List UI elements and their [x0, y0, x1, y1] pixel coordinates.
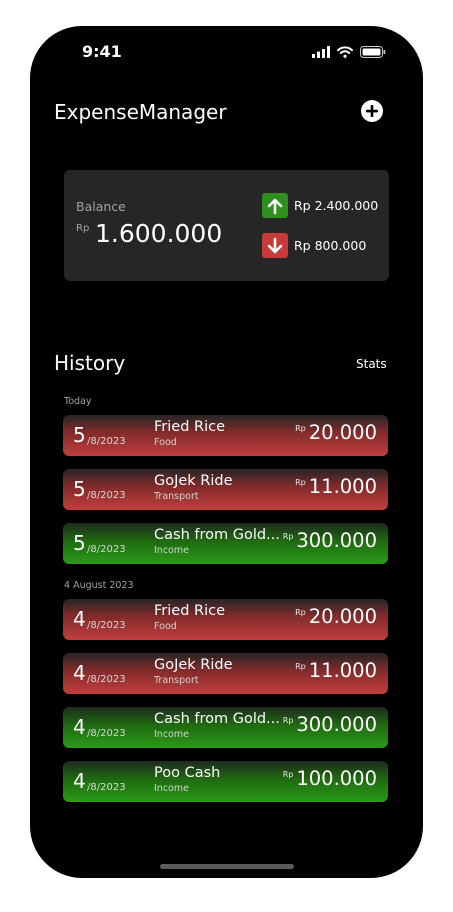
transaction-row[interactable]: 4 /8/2023 Poo Cash Income Rp 100.000 [63, 761, 388, 802]
transaction-category: Income [154, 545, 189, 556]
transaction-name: Cash from Gold... [154, 711, 280, 727]
transaction-amount-group: Rp 300.000 [283, 713, 377, 736]
home-indicator[interactable] [160, 864, 294, 869]
transaction-amount-group: Rp 11.000 [295, 475, 377, 498]
transaction-day: 5 [73, 423, 86, 447]
transaction-name: Fried Rice [154, 603, 226, 619]
transaction-name: Fried Rice [154, 419, 226, 435]
date-group-label: Today [64, 396, 92, 407]
transaction-name: Poo Cash [154, 765, 221, 781]
transaction-day: 4 [73, 715, 86, 739]
transaction-month: /8/2023 [87, 728, 126, 739]
status-icons [312, 46, 386, 58]
wifi-icon [337, 46, 353, 58]
transaction-amount-group: Rp 300.000 [283, 529, 377, 552]
transaction-day: 5 [73, 531, 86, 555]
battery-icon [360, 46, 386, 58]
transaction-category: Transport [154, 675, 199, 686]
transaction-name: Cash from Gold... [154, 527, 280, 543]
balance-currency: Rp [76, 223, 90, 234]
transaction-month: /8/2023 [87, 782, 126, 793]
income-summary: Rp 2.400.000 [262, 193, 378, 218]
app-title: ExpenseManager [54, 100, 227, 124]
transaction-month: /8/2023 [87, 490, 126, 501]
transaction-category: Income [154, 783, 189, 794]
plus-circle-icon [361, 100, 383, 122]
transaction-category: Transport [154, 491, 199, 502]
transaction-amount: 20.000 [308, 421, 377, 444]
income-total: Rp 2.400.000 [294, 198, 379, 213]
arrow-up-icon [262, 193, 288, 218]
transaction-category: Income [154, 729, 189, 740]
transaction-currency: Rp [295, 478, 306, 487]
app-header: ExpenseManager [54, 100, 384, 130]
transaction-amount: 20.000 [308, 605, 377, 628]
transaction-name: GoJek Ride [154, 657, 233, 673]
transaction-row[interactable]: 4 /8/2023 GoJek Ride Transport Rp 11.000 [63, 653, 388, 694]
transaction-row[interactable]: 4 /8/2023 Fried Rice Food Rp 20.000 [63, 599, 388, 640]
transaction-amount: 300.000 [296, 529, 377, 552]
phone-screen: 9:41 ExpenseManager Balance Rp 1.600.000… [30, 26, 423, 878]
signal-icon [312, 46, 330, 58]
transaction-day: 4 [73, 661, 86, 685]
arrow-down-icon [262, 233, 288, 258]
transaction-month: /8/2023 [87, 620, 126, 631]
transaction-amount-group: Rp 100.000 [283, 767, 377, 790]
transaction-amount-group: Rp 20.000 [295, 605, 377, 628]
transaction-month: /8/2023 [87, 544, 126, 555]
date-group-label: 4 August 2023 [64, 580, 134, 591]
transaction-currency: Rp [295, 424, 306, 433]
transaction-amount: 11.000 [308, 475, 377, 498]
transaction-day: 4 [73, 769, 86, 793]
balance-card: Balance Rp 1.600.000 Rp 2.400.000 Rp 800… [64, 170, 389, 281]
transaction-currency: Rp [295, 608, 306, 617]
balance-label: Balance [76, 199, 126, 214]
transaction-row[interactable]: 4 /8/2023 Cash from Gold... Income Rp 30… [63, 707, 388, 748]
transaction-amount: 300.000 [296, 713, 377, 736]
transaction-row[interactable]: 5 /8/2023 GoJek Ride Transport Rp 11.000 [63, 469, 388, 510]
transaction-month: /8/2023 [87, 436, 126, 447]
transaction-day: 5 [73, 477, 86, 501]
transaction-month: /8/2023 [87, 674, 126, 685]
transaction-category: Food [154, 437, 177, 448]
stats-link[interactable]: Stats [356, 357, 387, 371]
transaction-day: 4 [73, 607, 86, 631]
balance-amount: 1.600.000 [95, 219, 223, 248]
transaction-currency: Rp [282, 532, 294, 541]
expense-total: Rp 800.000 [294, 238, 367, 253]
transaction-row[interactable]: 5 /8/2023 Fried Rice Food Rp 20.000 [63, 415, 388, 456]
transaction-category: Food [154, 621, 177, 632]
transaction-currency: Rp [282, 716, 294, 725]
transaction-row[interactable]: 5 /8/2023 Cash from Gold... Income Rp 30… [63, 523, 388, 564]
status-bar: 9:41 [30, 26, 423, 80]
history-title: History [54, 351, 126, 375]
transaction-amount: 11.000 [308, 659, 377, 682]
transaction-amount-group: Rp 20.000 [295, 421, 377, 444]
transaction-amount-group: Rp 11.000 [295, 659, 377, 682]
add-transaction-button[interactable] [360, 99, 384, 123]
transaction-name: GoJek Ride [154, 473, 233, 489]
transaction-currency: Rp [282, 770, 294, 779]
transaction-currency: Rp [295, 662, 306, 671]
expense-summary: Rp 800.000 [262, 233, 366, 258]
status-time: 9:41 [82, 42, 122, 61]
transaction-amount: 100.000 [296, 767, 377, 790]
